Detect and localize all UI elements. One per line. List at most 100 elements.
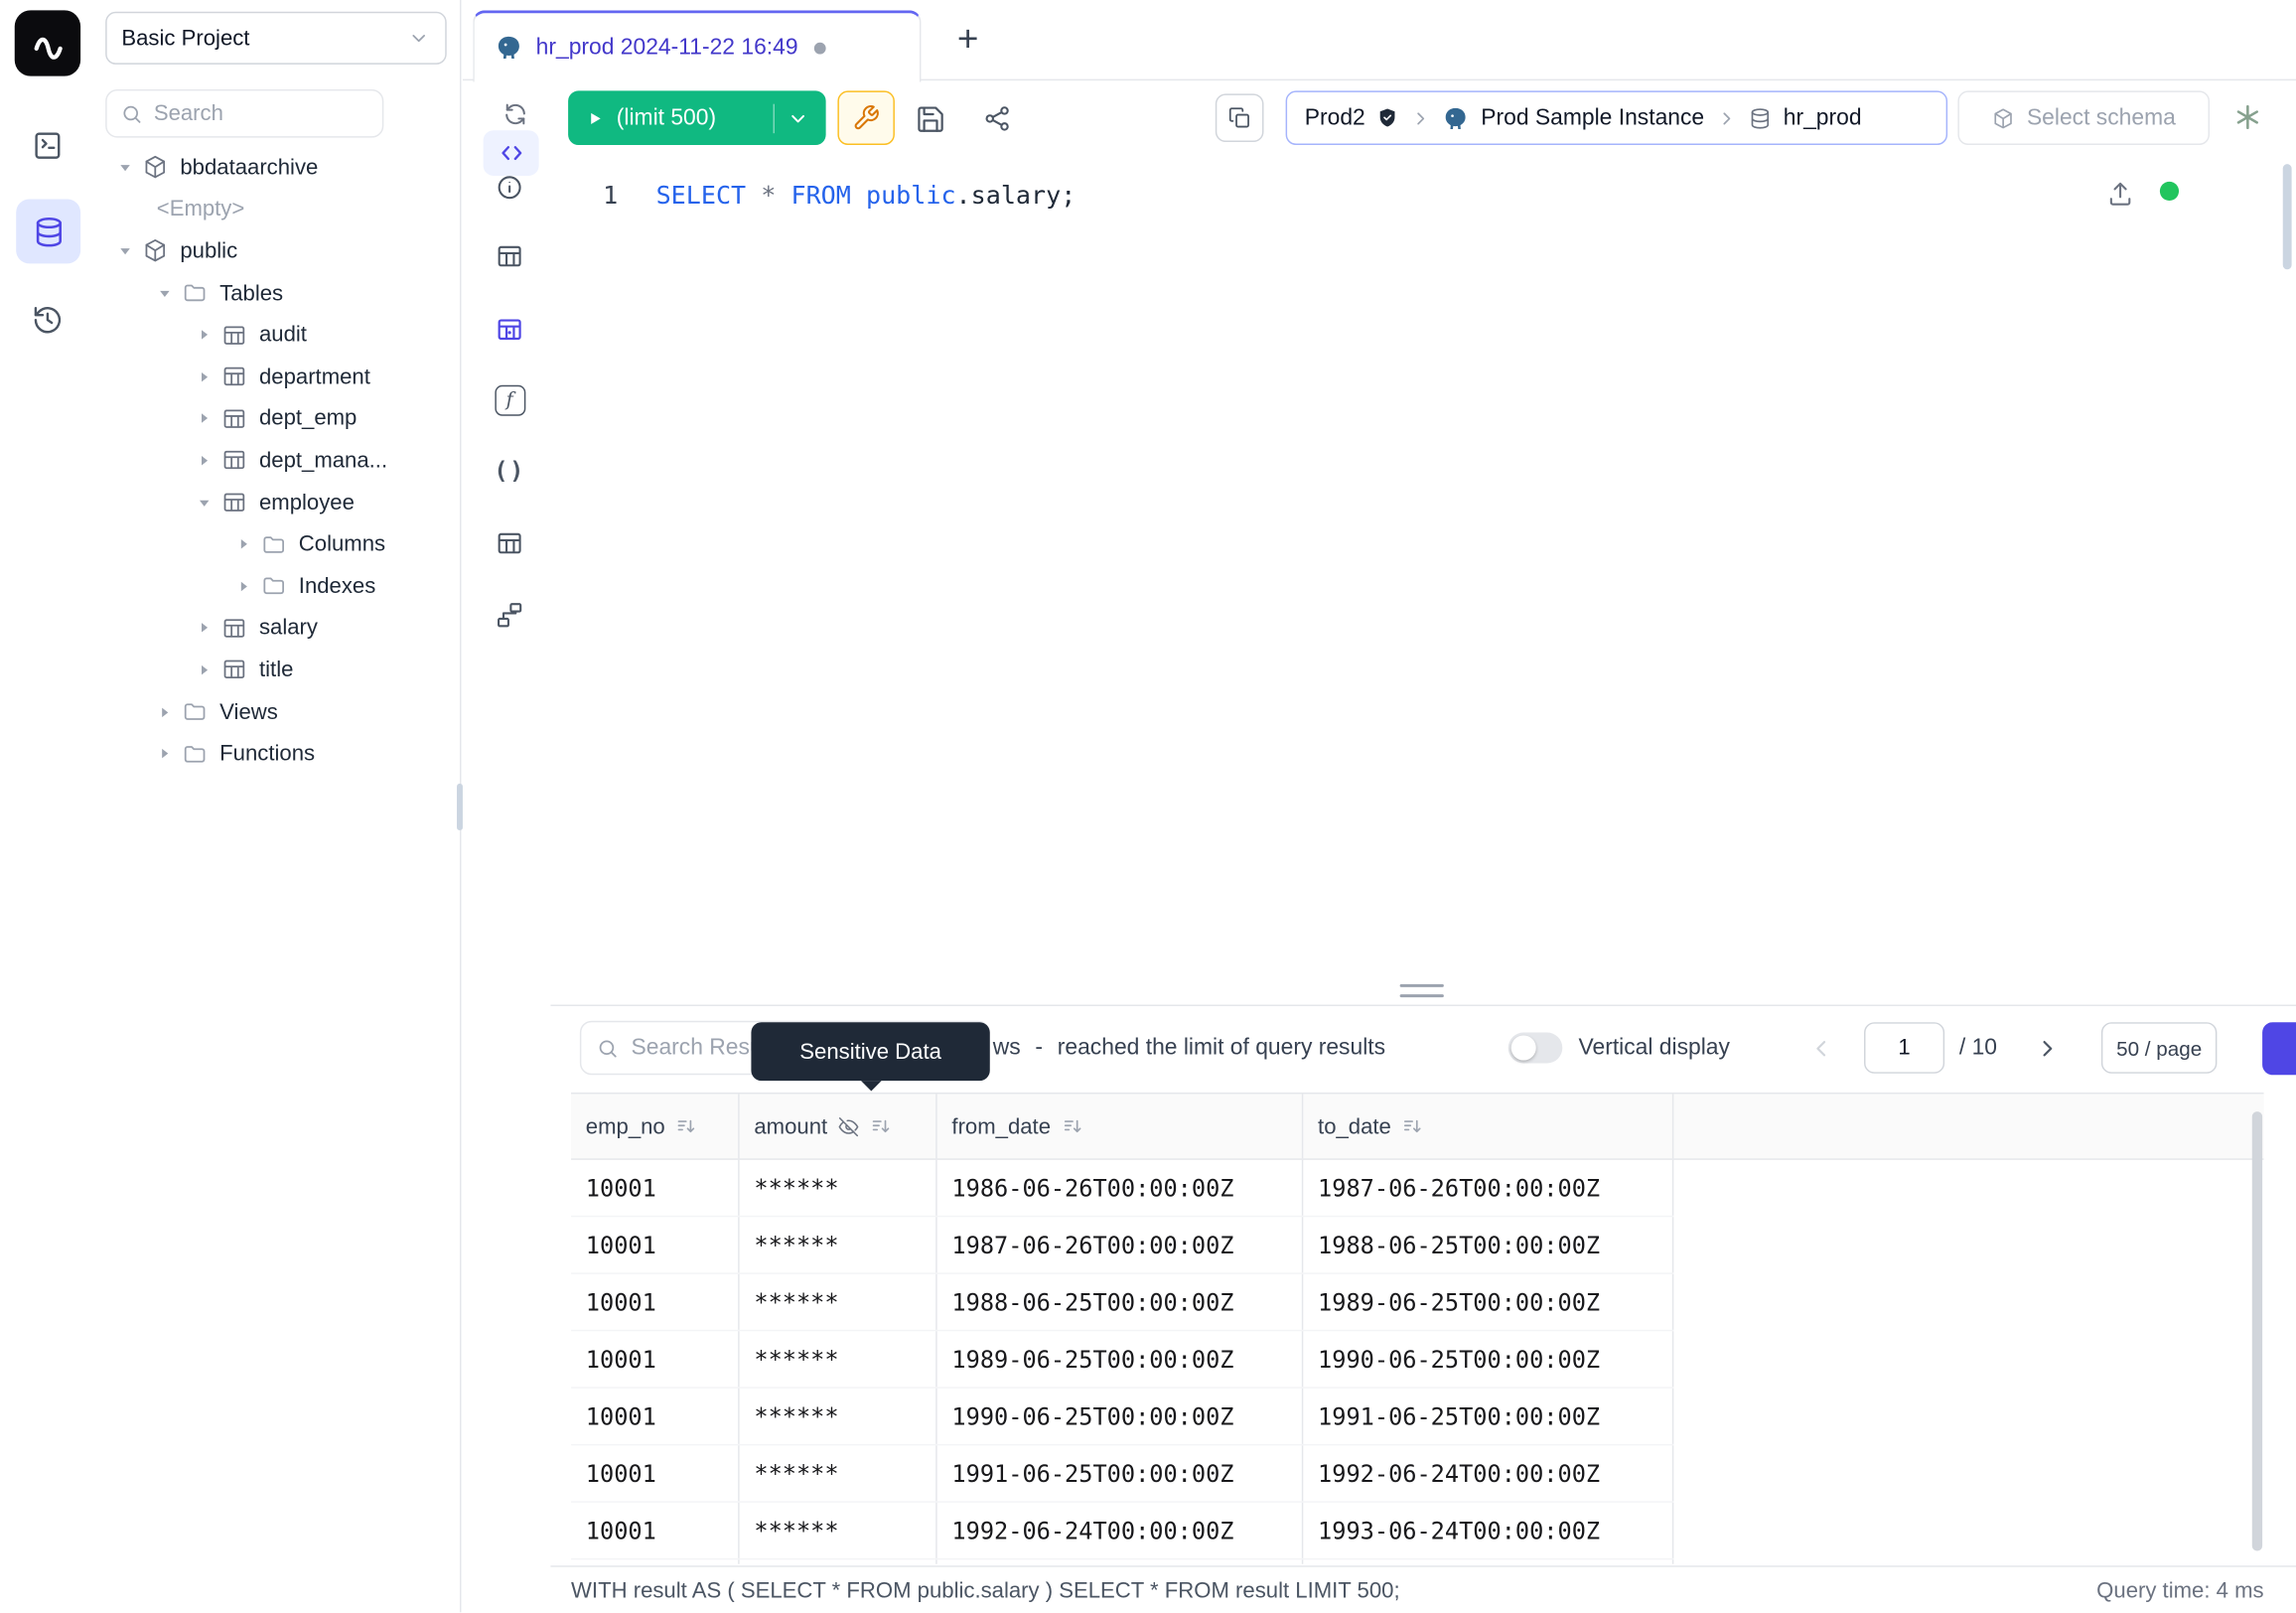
prev-page-button[interactable]	[1801, 1028, 1842, 1069]
export-button-edge[interactable]	[2262, 1022, 2296, 1075]
result-cell[interactable]: ******	[740, 1559, 937, 1563]
result-cell[interactable]: 1988-06-25T00:00:00Z	[937, 1274, 1304, 1330]
next-page-button[interactable]	[2027, 1028, 2068, 1069]
result-cell[interactable]: 10001	[571, 1331, 740, 1387]
new-tab-button[interactable]: +	[944, 16, 991, 65]
result-cell[interactable]: 10001	[571, 1445, 740, 1501]
table-row[interactable]: 10001******1986-06-26T00:00:00Z1987-06-2…	[571, 1160, 1673, 1218]
sidebar-resize-handle[interactable]	[457, 784, 463, 830]
result-cell[interactable]: 1989-06-25T00:00:00Z	[937, 1331, 1304, 1387]
sort-icon[interactable]	[1401, 1115, 1423, 1137]
procedures-panel-button[interactable]: ()	[485, 450, 534, 491]
views-panel-button[interactable]	[485, 522, 534, 563]
table-row[interactable]: 10001******1993-06-24T00:00:00Z1994-06-2…	[571, 1559, 1673, 1563]
table-row[interactable]: 10001******1992-06-24T00:00:00Z1993-06-2…	[571, 1503, 1673, 1560]
caret-right-icon[interactable]	[197, 326, 221, 344]
tables-panel-button[interactable]	[485, 235, 534, 276]
result-cell[interactable]: 1986-06-26T00:00:00Z	[937, 1160, 1304, 1216]
caret-down-icon[interactable]	[157, 284, 182, 302]
worksheet-nav-button[interactable]	[0, 129, 95, 163]
table-row[interactable]: 10001******1987-06-26T00:00:00Z1988-06-2…	[571, 1217, 1673, 1274]
result-cell[interactable]: 1994-06-24T00:00:00Z	[1303, 1559, 1673, 1563]
table-row[interactable]: 10001******1991-06-25T00:00:00Z1992-06-2…	[571, 1445, 1673, 1503]
code-line[interactable]: SELECT * FROM public.salary;	[656, 182, 1076, 211]
save-button[interactable]	[911, 99, 948, 137]
column-header-from_date[interactable]: from_date	[937, 1094, 1304, 1158]
copy-connection-button[interactable]	[1216, 93, 1264, 142]
tree-item-functions[interactable]: Functions	[95, 733, 459, 775]
table-row[interactable]: 10001******1990-06-25T00:00:00Z1991-06-2…	[571, 1389, 1673, 1446]
grid-scrollbar[interactable]	[2252, 1111, 2262, 1550]
chevron-down-icon[interactable]	[787, 106, 810, 130]
result-cell[interactable]: 1991-06-25T00:00:00Z	[1303, 1389, 1673, 1444]
result-cell[interactable]: ******	[740, 1331, 937, 1387]
sidebar-search-input[interactable]	[154, 101, 369, 126]
result-cell[interactable]: 1992-06-24T00:00:00Z	[937, 1503, 1304, 1558]
result-cell[interactable]: 10001	[571, 1274, 740, 1330]
result-cell[interactable]: 1990-06-25T00:00:00Z	[1303, 1331, 1673, 1387]
caret-down-icon[interactable]	[117, 242, 142, 260]
result-cell[interactable]: 1993-06-24T00:00:00Z	[1303, 1503, 1673, 1558]
tree-item-public[interactable]: public	[95, 230, 459, 272]
column-header-to_date[interactable]: to_date	[1303, 1094, 1673, 1158]
result-cell[interactable]: 1987-06-26T00:00:00Z	[937, 1217, 1304, 1272]
schema-diagram-button[interactable]	[485, 595, 534, 636]
info-panel-button[interactable]	[485, 167, 534, 208]
column-header-amount[interactable]: amount	[740, 1094, 937, 1158]
result-cell[interactable]: 1987-06-26T00:00:00Z	[1303, 1160, 1673, 1216]
result-cell[interactable]: ******	[740, 1217, 937, 1272]
tree-item-empty[interactable]: <Empty>	[95, 189, 459, 230]
eye-off-icon[interactable]	[837, 1115, 859, 1137]
column-header-emp_no[interactable]: emp_no	[571, 1094, 740, 1158]
vertical-display-toggle[interactable]	[1508, 1033, 1563, 1064]
caret-right-icon[interactable]	[197, 661, 221, 679]
ai-assistant-button[interactable]	[2225, 95, 2269, 139]
result-cell[interactable]: 1992-06-24T00:00:00Z	[1303, 1445, 1673, 1501]
caret-right-icon[interactable]	[197, 452, 221, 470]
result-cell[interactable]: 10001	[571, 1389, 740, 1444]
result-cell[interactable]: ******	[740, 1274, 937, 1330]
tree-item-employee[interactable]: employee	[95, 482, 459, 523]
app-logo[interactable]	[15, 10, 80, 75]
project-select[interactable]: Basic Project	[105, 12, 447, 65]
editor-scrollbar[interactable]	[2283, 164, 2292, 269]
result-cell[interactable]: ******	[740, 1389, 937, 1444]
sql-editor[interactable]: 1 SELECT * FROM public.salary;	[550, 149, 2296, 989]
table-row[interactable]: 10001******1988-06-25T00:00:00Z1989-06-2…	[571, 1274, 1673, 1332]
sort-icon[interactable]	[675, 1115, 697, 1137]
result-cell[interactable]: 10001	[571, 1559, 740, 1563]
caret-right-icon[interactable]	[197, 619, 221, 637]
caret-right-icon[interactable]	[157, 745, 182, 763]
masked-data-panel-button[interactable]	[485, 309, 534, 350]
result-cell[interactable]: 10001	[571, 1503, 740, 1558]
sort-icon[interactable]	[1061, 1115, 1082, 1137]
caret-right-icon[interactable]	[197, 367, 221, 385]
connection-breadcrumb[interactable]: Prod2 Prod Sample Instance hr_prod	[1286, 90, 1947, 145]
tree-item-dept-mana[interactable]: dept_mana...	[95, 440, 459, 482]
page-number-input[interactable]: 1	[1864, 1022, 1944, 1074]
tree-item-salary[interactable]: salary	[95, 607, 459, 649]
tree-item-tables[interactable]: Tables	[95, 272, 459, 314]
result-cell[interactable]: 1990-06-25T00:00:00Z	[937, 1389, 1304, 1444]
result-cell[interactable]: 1989-06-25T00:00:00Z	[1303, 1274, 1673, 1330]
run-query-button[interactable]: (limit 500)	[568, 90, 826, 145]
tree-item-columns[interactable]: Columns	[95, 523, 459, 565]
tree-item-views[interactable]: Views	[95, 691, 459, 733]
sort-icon[interactable]	[870, 1115, 892, 1137]
history-nav-button[interactable]	[0, 303, 95, 337]
tree-item-audit[interactable]: audit	[95, 314, 459, 356]
caret-down-icon[interactable]	[197, 494, 221, 512]
upload-sheet-button[interactable]	[2105, 179, 2134, 208]
result-cell[interactable]: 1993-06-24T00:00:00Z	[937, 1559, 1304, 1563]
table-row[interactable]: 10001******1989-06-25T00:00:00Z1990-06-2…	[571, 1331, 1673, 1389]
tree-item-department[interactable]: department	[95, 356, 459, 397]
caret-right-icon[interactable]	[197, 410, 221, 428]
result-cell[interactable]: ******	[740, 1503, 937, 1558]
caret-right-icon[interactable]	[157, 703, 182, 721]
functions-panel-button[interactable]: f	[485, 379, 534, 420]
tab-hr-prod[interactable]: hr_prod 2024-11-22 16:49	[473, 10, 921, 81]
admin-wrench-button[interactable]	[837, 90, 895, 145]
result-cell[interactable]: 10001	[571, 1217, 740, 1272]
result-cell[interactable]: ******	[740, 1445, 937, 1501]
tree-item-bbdataarchive[interactable]: bbdataarchive	[95, 146, 459, 188]
